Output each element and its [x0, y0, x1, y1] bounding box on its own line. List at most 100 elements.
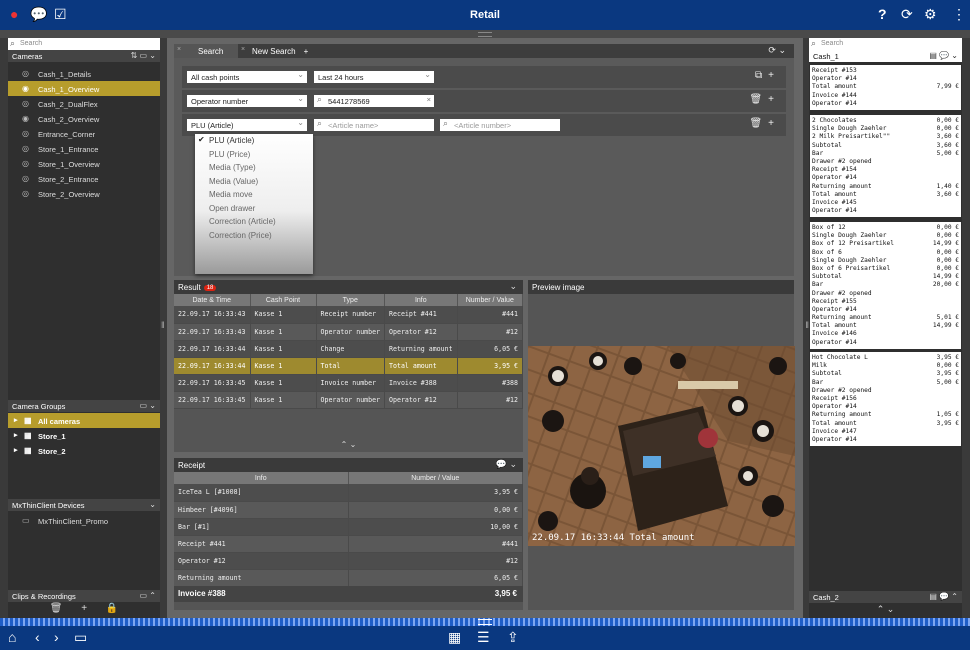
field-value-input[interactable]: ⌕ 5441278569 × — [314, 94, 434, 107]
tab-search[interactable]: × Search — [174, 44, 238, 58]
dropdown-option[interactable]: Open drawer — [195, 202, 313, 216]
camera-item[interactable]: ◉ Cash_2_Overview — [8, 111, 160, 126]
help-icon[interactable]: ? — [878, 6, 887, 22]
receipt-line: Drawer #2 opened — [812, 290, 959, 298]
home-icon[interactable]: ⌂ — [8, 629, 16, 645]
column-header[interactable]: Number / Value — [348, 472, 523, 484]
cameras-actions[interactable]: ⇅ ▭ ⌄ — [131, 51, 156, 60]
refresh-icon[interactable]: ⟳ — [768, 45, 776, 55]
camera-item[interactable]: ◎ Cash_1_Details — [8, 66, 160, 81]
dropdown-option[interactable]: Media move — [195, 188, 313, 202]
camera-groups-actions[interactable]: ▭ ⌄ — [140, 401, 156, 410]
receipt-paging[interactable]: ⌃ ⌄ — [809, 604, 962, 615]
add-icon[interactable]: + — [81, 603, 87, 614]
dropdown-option[interactable]: PLU (Price) — [195, 148, 313, 162]
preview-image[interactable]: 22.09.17 16:33:44 Total amount — [528, 346, 795, 546]
expand-arrow-icon[interactable]: ▸ — [14, 431, 18, 439]
result-row[interactable]: 22.09.17 16:33:43 Kasse 1 Operator number O… — [174, 323, 524, 341]
receipt-search-input[interactable]: Search — [809, 38, 962, 50]
devices-collapse-icon[interactable]: ⌄ — [149, 500, 156, 509]
camera-item[interactable]: ◎ Store_1_Entrance — [8, 141, 160, 156]
tab-new-search[interactable]: × New Search + — [238, 44, 317, 58]
clear-icon[interactable]: × — [427, 95, 431, 104]
receipt-card[interactable]: 2 Chocolates 0,00 € Single Dough Zaehler 0,… — [810, 115, 961, 218]
video-camera-icon[interactable]: ▭ — [74, 629, 87, 646]
chevron-down-icon[interactable]: ⌄ — [509, 281, 517, 292]
gear-icon[interactable]: ⚙ — [924, 6, 937, 23]
group-item[interactable]: ▸ ▦ Store_1 — [8, 428, 160, 443]
more-icon[interactable]: ⋮ — [952, 6, 966, 23]
cash2-actions[interactable]: ▤ 💬 ⌃ — [929, 592, 958, 601]
expand-arrow-icon[interactable]: ▸ — [14, 416, 18, 424]
lock-icon[interactable]: 🔒 — [106, 603, 118, 614]
receipt-card[interactable]: Receipt #153 Operator #14 Total amount 7,99… — [810, 65, 961, 110]
receipt-row[interactable]: IceTea L [#1008] 3,95 € — [174, 484, 523, 502]
clips-actions[interactable]: ▭ ⌃ — [140, 591, 156, 600]
trash-icon[interactable]: 🗑 — [50, 603, 63, 614]
camera-item-selected[interactable]: ◉ Cash_1_Overview — [8, 81, 160, 96]
receipt-row[interactable]: Himbeer [#4096] 0,00 € — [174, 501, 523, 519]
copy-icon[interactable]: ⧉ — [755, 70, 768, 81]
store-camera-image — [528, 346, 795, 546]
back-icon[interactable]: ‹ — [35, 629, 40, 645]
camera-item[interactable]: ◎ Store_2_Overview — [8, 186, 160, 201]
receipt-card[interactable]: Box of 12 0,00 € Single Dough Zaehler 0,00 … — [810, 222, 961, 349]
column-header[interactable]: Info — [384, 294, 458, 306]
bottom-drag-handle[interactable] — [0, 618, 970, 626]
cash-point-select[interactable]: All cash points — [187, 70, 307, 83]
forward-icon[interactable]: › — [54, 629, 59, 645]
column-header[interactable]: Cash Point — [250, 294, 317, 306]
dropdown-option[interactable]: Media (Type) — [195, 161, 313, 175]
add-icon[interactable]: + — [768, 94, 780, 105]
receipt-row[interactable]: Receipt #441 #441 — [174, 535, 523, 553]
receipt-card[interactable]: Hot Chocolate L 3,95 € Milk 0,00 € Subtotal 3… — [810, 352, 961, 447]
top-drag-handle[interactable] — [0, 30, 970, 38]
add-icon[interactable]: + — [768, 70, 780, 81]
receipt-actions[interactable]: 💬 ⌄ — [496, 459, 517, 470]
result-row[interactable]: 22.09.17 16:33:45 Kasse 1 Operator number O… — [174, 391, 524, 409]
result-paging[interactable]: ⌃ ⌄ — [174, 440, 523, 449]
camera-item[interactable]: ◎ Store_1_Overview — [8, 156, 160, 171]
list-view-icon[interactable]: ☰ — [477, 629, 490, 646]
dropdown-option[interactable]: Media (Value) — [195, 175, 313, 189]
receipt-row[interactable]: Returning amount 6,05 € — [174, 569, 523, 587]
group-item-selected[interactable]: ▸ ▦ All cameras — [8, 413, 160, 428]
camera-item[interactable]: ◎ Entrance_Corner — [8, 126, 160, 141]
article-number-input[interactable]: ⌕ <Article number> — [440, 118, 560, 131]
dropdown-option-selected[interactable]: ✔ PLU (Article) — [195, 134, 313, 148]
column-header[interactable]: Date & Time — [174, 294, 251, 306]
time-range-select[interactable]: Last 24 hours — [314, 70, 434, 83]
close-icon[interactable]: × — [241, 46, 245, 53]
result-row-selected[interactable]: 22.09.17 16:33:44 Kasse 1 Total Total amoun… — [174, 357, 524, 375]
cash1-actions[interactable]: ▤ 💬 ⌄ — [929, 51, 958, 60]
column-header[interactable]: Number / Value — [457, 294, 524, 306]
field-type-select[interactable]: Operator number — [187, 94, 307, 107]
result-row[interactable]: 22.09.17 16:33:44 Kasse 1 Change Returning … — [174, 340, 524, 358]
dropdown-option[interactable]: Correction (Article) — [195, 215, 313, 229]
dropdown-option[interactable]: Correction (Price) — [195, 229, 313, 243]
add-icon[interactable]: + — [768, 118, 780, 129]
receipt-row[interactable]: Bar [#1] 10,00 € — [174, 518, 523, 536]
result-row[interactable]: 22.09.17 16:33:45 Kasse 1 Invoice number In… — [174, 374, 524, 392]
expand-arrow-icon[interactable]: ▸ — [14, 446, 18, 454]
article-name-input[interactable]: ⌕ <Article name> — [314, 118, 434, 131]
camera-search-input[interactable]: Search — [8, 38, 160, 50]
receipt-row[interactable]: Operator #12 #12 — [174, 552, 523, 570]
add-tab-icon[interactable]: + — [304, 47, 309, 56]
chevron-down-icon[interactable]: ⌄ — [778, 45, 786, 55]
column-header[interactable]: Info — [174, 472, 349, 484]
grid-view-icon[interactable]: ▦ — [448, 629, 461, 646]
result-row[interactable]: 22.09.17 16:33:43 Kasse 1 Receipt number Re… — [174, 306, 524, 324]
column-header[interactable]: Type — [316, 294, 386, 306]
plu-type-select[interactable]: PLU (Article) — [187, 118, 307, 131]
group-item[interactable]: ▸ ▦ Store_2 — [8, 443, 160, 458]
close-icon[interactable]: × — [177, 46, 181, 53]
export-icon[interactable]: ⇪ — [507, 629, 519, 646]
trash-icon[interactable]: 🗑 — [749, 118, 768, 129]
trash-icon[interactable]: 🗑 — [749, 94, 768, 105]
camera-item[interactable]: ◎ Cash_2_DualFlex — [8, 96, 160, 111]
refresh-icon[interactable]: ⟳ — [901, 6, 913, 23]
device-item[interactable]: ▭ MxThinClient_Promo — [8, 513, 160, 528]
camera-item[interactable]: ◎ Store_2_Entrance — [8, 171, 160, 186]
left-resize-handle[interactable]: ‖ — [161, 320, 165, 330]
